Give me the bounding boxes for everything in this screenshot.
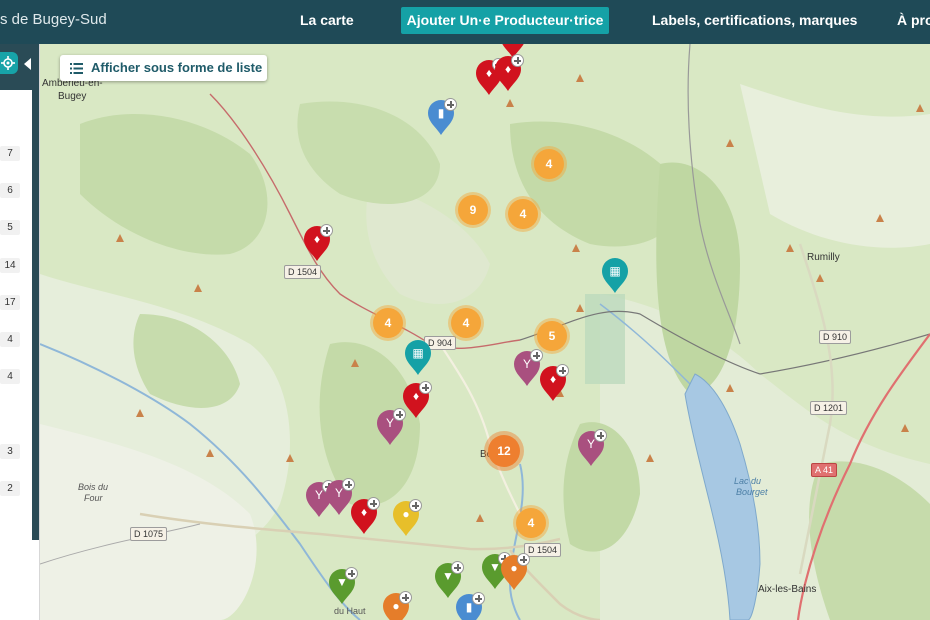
- marker-cluster[interactable]: 5: [537, 321, 567, 351]
- plus-icon: [444, 98, 457, 111]
- road-label: D 1201: [810, 401, 848, 415]
- plus-icon: [517, 553, 530, 566]
- place-label: Rumilly: [807, 252, 840, 263]
- basket-icon: ▦: [412, 346, 424, 360]
- producer-marker[interactable]: ♦: [493, 54, 524, 92]
- place-label: Bois du: [78, 482, 109, 492]
- category-count: 2: [0, 481, 20, 496]
- producer-marker[interactable]: ●: [391, 499, 422, 537]
- place-label: du Haut: [334, 606, 366, 616]
- producer-marker[interactable]: ♦: [302, 224, 333, 262]
- plus-icon: [393, 408, 406, 421]
- marker-cluster[interactable]: 4: [508, 199, 538, 229]
- producer-marker[interactable]: Y: [512, 349, 543, 387]
- nav-link-labels[interactable]: Labels, certifications, marques: [652, 12, 857, 28]
- road-label: D 1075: [130, 527, 168, 541]
- plus-icon: [399, 591, 412, 604]
- plus-icon: [511, 54, 524, 67]
- plus-icon: [409, 499, 422, 512]
- producer-marker[interactable]: ●: [499, 553, 530, 591]
- producer-marker[interactable]: ▦: [600, 258, 630, 294]
- category-count: 7: [0, 146, 20, 161]
- category-count: 6: [0, 183, 20, 198]
- water-label: Bourget: [736, 487, 768, 497]
- list-icon: [70, 63, 83, 74]
- place-label: Bugey: [58, 91, 87, 102]
- plus-icon: [556, 364, 569, 377]
- show-as-list-label: Afficher sous forme de liste: [91, 60, 263, 75]
- road-label: D 1504: [524, 543, 562, 557]
- plus-icon: [345, 567, 358, 580]
- category-count: 3: [0, 444, 20, 459]
- plus-icon: [594, 429, 607, 442]
- show-as-list-button[interactable]: Afficher sous forme de liste: [60, 55, 267, 81]
- plus-icon: [320, 224, 333, 237]
- site-title[interactable]: s de Bugey-Sud: [0, 11, 107, 28]
- nav-link-about[interactable]: À pro: [897, 12, 930, 28]
- road-label: D 1504: [284, 265, 322, 279]
- producer-marker[interactable]: Y: [576, 429, 607, 467]
- water-label: Lac du: [734, 476, 762, 486]
- plus-icon: [367, 497, 380, 510]
- marker-cluster[interactable]: 9: [458, 195, 488, 225]
- place-label: Aix-les-Bains: [758, 584, 817, 595]
- producer-marker[interactable]: ▦: [403, 340, 433, 376]
- plus-icon: [342, 478, 355, 491]
- category-count: 14: [0, 258, 20, 273]
- producer-marker[interactable]: ▼: [327, 567, 358, 605]
- sidebar-header: [0, 44, 39, 90]
- road-label: D 910: [819, 330, 852, 344]
- producer-marker[interactable]: Y: [324, 478, 355, 516]
- marker-cluster[interactable]: 4: [451, 308, 481, 338]
- map-view[interactable]: Ambérieu-en- Bugey Rumilly Aix-les-Bains…: [40, 44, 930, 620]
- locate-icon: [1, 56, 15, 70]
- producer-marker[interactable]: Y: [375, 408, 406, 446]
- sidebar-strip: [32, 44, 39, 540]
- category-sidebar: 7 6 5 14 17 4 4 3 2: [0, 44, 40, 620]
- category-count: 4: [0, 332, 20, 347]
- plus-icon: [530, 349, 543, 362]
- marker-cluster[interactable]: 4: [373, 308, 403, 338]
- top-navigation-bar: s de Bugey-Sud La carte Ajouter Un·e Pro…: [0, 0, 930, 44]
- add-producer-button[interactable]: Ajouter Un·e Producteur·trice: [401, 7, 609, 34]
- producer-marker[interactable]: ▮: [426, 98, 457, 136]
- producer-marker[interactable]: ▼: [433, 561, 464, 599]
- plus-icon: [472, 592, 485, 605]
- category-count: 5: [0, 220, 20, 235]
- producer-marker[interactable]: ●: [381, 591, 412, 620]
- basket-icon: ▦: [609, 264, 621, 278]
- marker-cluster[interactable]: 12: [488, 435, 520, 467]
- plus-icon: [451, 561, 464, 574]
- road-label: A 41: [811, 463, 838, 477]
- category-count: 17: [0, 295, 20, 310]
- producer-marker[interactable]: ♦: [538, 364, 569, 402]
- collapse-sidebar-icon[interactable]: [24, 58, 31, 70]
- marker-cluster[interactable]: 4: [534, 149, 564, 179]
- marker-cluster[interactable]: 4: [516, 508, 546, 538]
- map-base-layer: [40, 44, 930, 620]
- nav-link-map[interactable]: La carte: [300, 12, 354, 28]
- locate-button[interactable]: [0, 52, 18, 74]
- plus-icon: [419, 381, 432, 394]
- place-label: Four: [84, 493, 103, 503]
- category-count: 4: [0, 369, 20, 384]
